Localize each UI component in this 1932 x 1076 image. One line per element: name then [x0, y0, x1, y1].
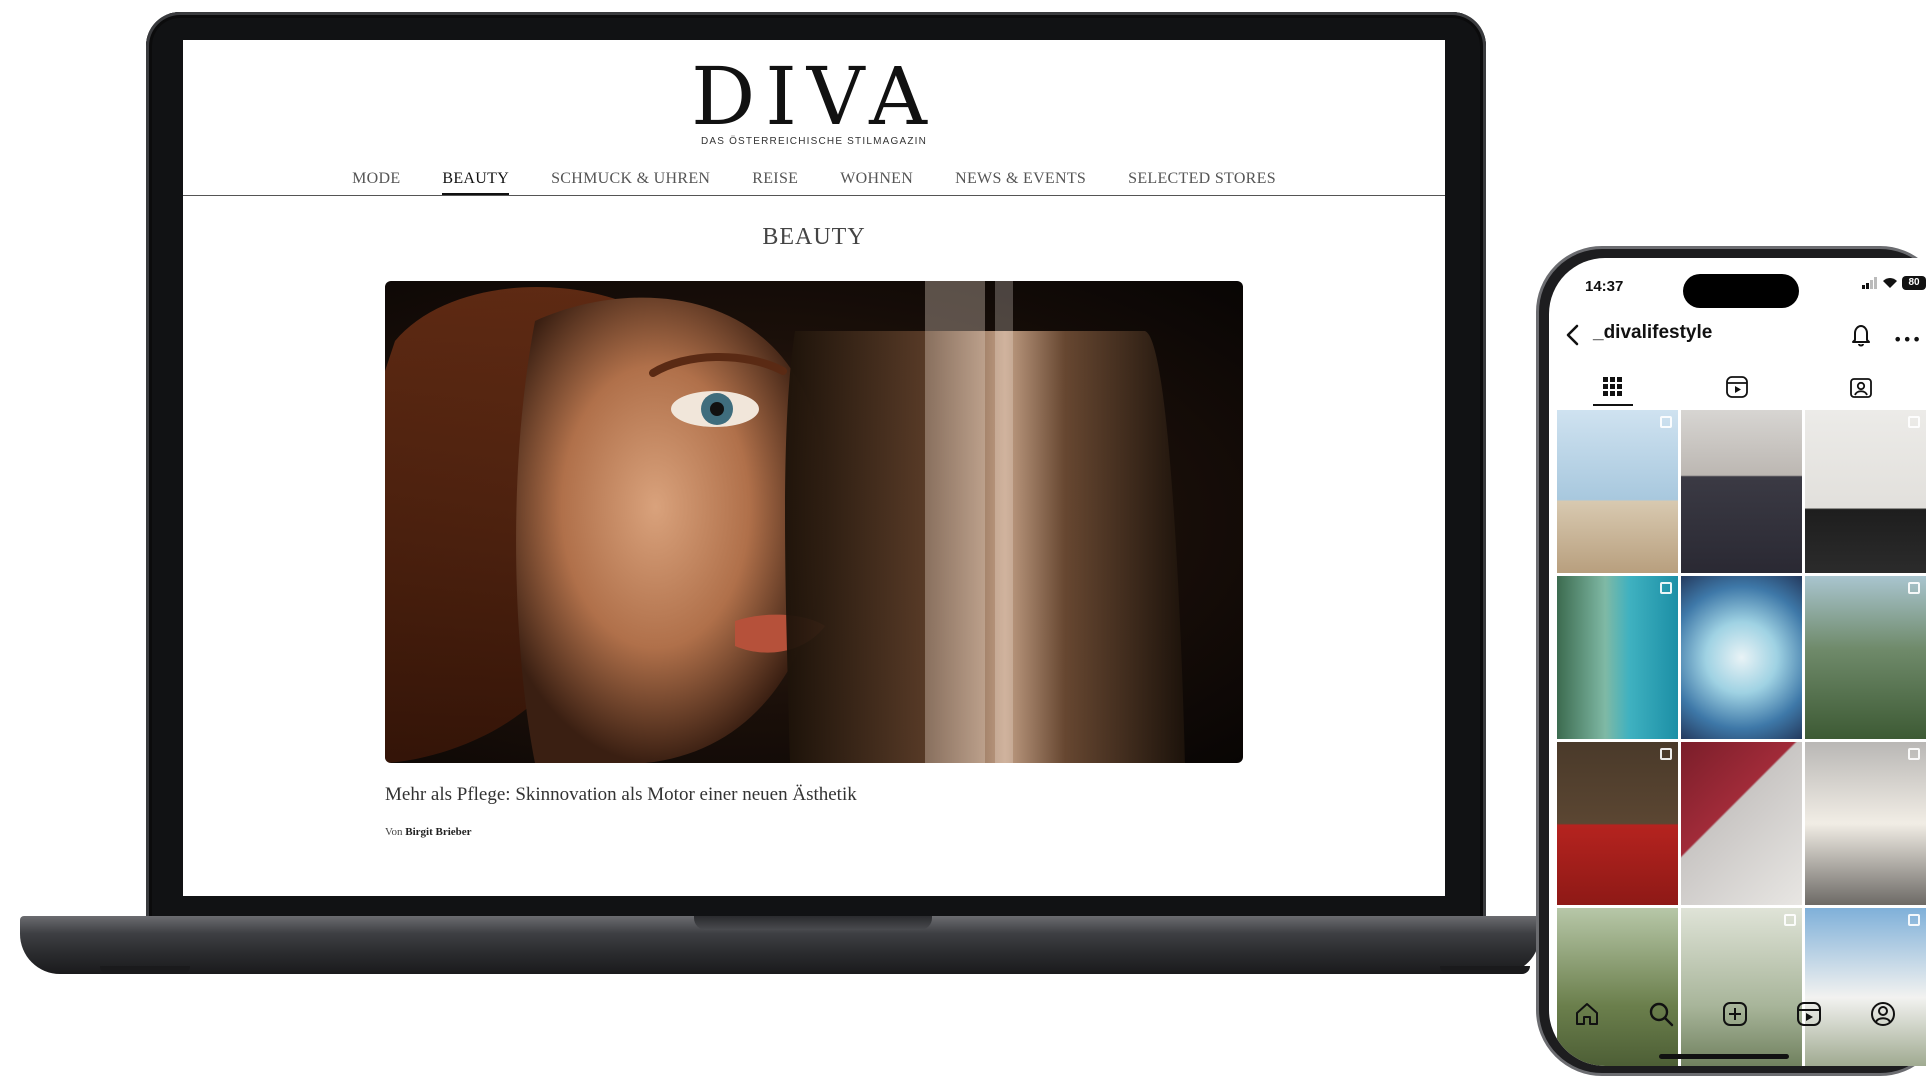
nav-item-mode[interactable]: MODE [352, 166, 400, 196]
bell-icon[interactable] [1849, 322, 1873, 348]
laptop-notch [694, 916, 932, 930]
nav-item-beauty[interactable]: BEAUTY [442, 166, 509, 196]
nav-item-reise[interactable]: REISE [752, 166, 798, 196]
nav-item-wohnen[interactable]: WOHNEN [840, 166, 913, 196]
hero-portrait-graphic [385, 281, 1185, 763]
tile-chanel-bag[interactable] [1681, 742, 1802, 905]
tab-posts-grid[interactable] [1593, 370, 1633, 406]
nav-divider [183, 195, 1445, 196]
status-icons: 80 [1862, 276, 1926, 290]
back-icon[interactable] [1561, 320, 1585, 350]
profile-username: _divalifestyle [1593, 322, 1713, 343]
carousel-icon [1908, 416, 1920, 428]
laptop-screen: DIVA DAS ÖSTERREICHISCHE STILMAGAZIN MOD… [183, 40, 1445, 896]
tile-palm-trees[interactable] [1557, 908, 1678, 1066]
bottom-nav [1549, 994, 1932, 1038]
tile-tropical-house[interactable] [1805, 576, 1926, 739]
home-indicator [1659, 1054, 1789, 1059]
hero-image[interactable] [385, 281, 1243, 763]
carousel-icon [1660, 416, 1672, 428]
tile-fashion-black[interactable] [1805, 410, 1926, 573]
create-icon[interactable] [1721, 1000, 1749, 1028]
more-options-icon[interactable]: ••• [1893, 330, 1921, 349]
battery-indicator: 80 [1902, 276, 1926, 290]
profile-icon[interactable] [1869, 1000, 1897, 1028]
nav-item-news-events[interactable]: NEWS & EVENTS [955, 166, 1086, 196]
article-byline: Von Birgit Brieber [385, 826, 472, 838]
tile-watch[interactable] [1681, 576, 1802, 739]
carousel-icon [1908, 914, 1920, 926]
tile-white-villa[interactable] [1805, 908, 1926, 1066]
tab-tagged[interactable] [1841, 370, 1881, 404]
home-icon[interactable] [1573, 1000, 1601, 1028]
grid-icon [1603, 377, 1622, 396]
laptop-foot-left [100, 966, 190, 974]
ig-header: _divalifestyle ••• [1549, 316, 1932, 356]
site-tagline: DAS ÖSTERREICHISCHE STILMAGAZIN [700, 136, 928, 147]
nav-item-selected-stores[interactable]: SELECTED STORES [1128, 166, 1276, 196]
carousel-icon [1908, 748, 1920, 760]
tagged-icon [1850, 378, 1872, 398]
nav-item-schmuck-uhren[interactable]: SCHMUCK & UHREN [551, 166, 710, 196]
posts-grid [1557, 410, 1932, 1066]
tile-misty-forest[interactable] [1681, 908, 1802, 1066]
phone-screen: 14:37 80 _divalifestyle ••• [1549, 258, 1932, 1066]
reels-nav-icon[interactable] [1795, 1000, 1823, 1028]
tile-street-dress[interactable] [1805, 742, 1926, 905]
carousel-icon [1784, 914, 1796, 926]
section-title: BEAUTY [762, 224, 866, 250]
byline-prefix: Von [385, 826, 403, 838]
carousel-icon [1908, 582, 1920, 594]
profile-tabs [1549, 370, 1932, 406]
byline-author[interactable]: Birgit Brieber [405, 826, 471, 838]
status-time: 14:37 [1585, 278, 1624, 295]
dynamic-island [1683, 274, 1799, 308]
wifi-icon [1883, 278, 1897, 288]
laptop-foot-right [1440, 966, 1530, 974]
tile-luggage[interactable] [1557, 742, 1678, 905]
main-nav: MODE BEAUTY SCHMUCK & UHREN REISE WOHNEN NEWS… [183, 166, 1445, 196]
article-title[interactable]: Mehr als Pflege: Skinnovation als Motor … [385, 784, 857, 806]
carousel-icon [1660, 748, 1672, 760]
reels-icon [1726, 376, 1748, 398]
tab-reels[interactable] [1717, 370, 1757, 404]
tile-aerial-beach[interactable] [1557, 576, 1678, 739]
site-logo[interactable]: DIVA [183, 50, 1445, 143]
carousel-icon [1660, 582, 1672, 594]
search-icon[interactable] [1647, 1000, 1675, 1028]
signal-icon [1862, 277, 1877, 289]
tile-man-shirt[interactable] [1681, 410, 1802, 573]
tile-venice-window[interactable] [1557, 410, 1678, 573]
